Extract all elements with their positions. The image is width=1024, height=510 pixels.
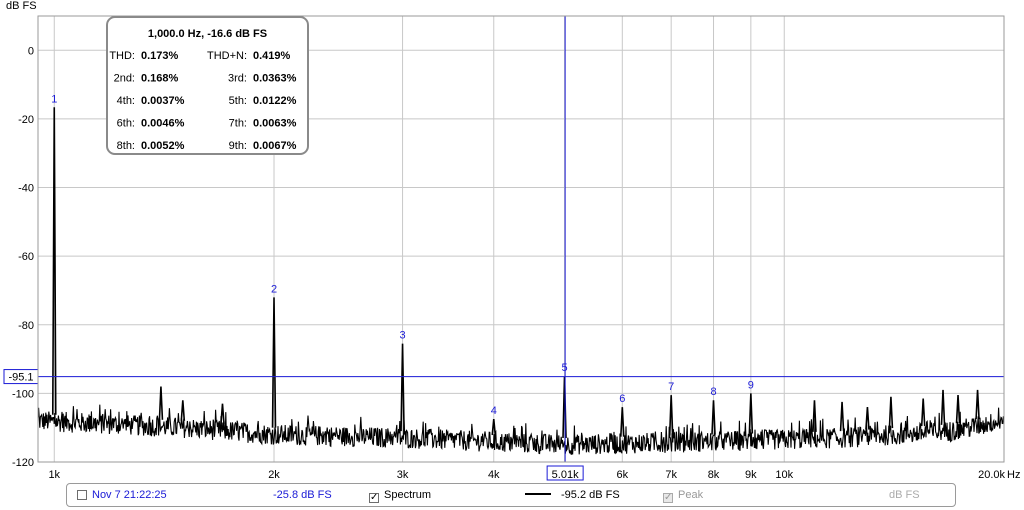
harmonic-label: 4 bbox=[491, 405, 497, 417]
harmonic-label: 3 bbox=[399, 330, 405, 342]
x-tick-label: 6k bbox=[616, 469, 628, 481]
y-tick-label: -100 bbox=[12, 388, 34, 400]
spur-peak bbox=[920, 398, 926, 427]
x-tick-label: 4k bbox=[488, 469, 500, 481]
distortion-value: 0.0052% bbox=[141, 140, 185, 152]
distortion-box-title: 1,000.0 Hz, -16.6 dB FS bbox=[148, 28, 267, 40]
cursor-y-readout: -95.1 bbox=[8, 372, 33, 384]
legend-peak-item: ✓ Peak bbox=[663, 489, 703, 503]
peak-unit: dB FS bbox=[889, 489, 920, 501]
legend-bar: Nov 7 21:22:25 -25.8 dB FS ✓ Spectrum -95… bbox=[66, 483, 956, 507]
legend-spectrum-item[interactable]: ✓ Spectrum bbox=[369, 489, 431, 503]
distortion-box[interactable]: 1,000.0 Hz, -16.6 dB FS THD: 0.173% THD+N: 0… bbox=[106, 16, 309, 155]
y-tick-label: -80 bbox=[18, 320, 34, 332]
x-tick-label: 7k bbox=[665, 469, 677, 481]
harmonic-label: 2 bbox=[271, 283, 277, 295]
distortion-value: 0.0067% bbox=[253, 140, 297, 152]
cursor-x-readout: 5.01k bbox=[552, 469, 579, 481]
timestamp-value: -25.8 dB FS bbox=[273, 489, 332, 501]
y-axis-label: dB FS bbox=[6, 0, 37, 12]
distortion-key: 2nd: bbox=[114, 73, 135, 85]
distortion-value: 0.168% bbox=[141, 73, 179, 85]
spur-peak bbox=[220, 403, 225, 424]
noise-floor bbox=[37, 404, 1004, 455]
distortion-key: THD: bbox=[109, 50, 135, 62]
spectrum-label: Spectrum bbox=[384, 489, 432, 501]
y-tick-label: 0 bbox=[28, 45, 34, 57]
distortion-key: 5th: bbox=[229, 95, 247, 107]
peak-checkbox: ✓ bbox=[663, 492, 673, 503]
y-tick-label: -60 bbox=[18, 251, 34, 263]
legend-timestamp-item[interactable]: Nov 7 21:22:25 bbox=[77, 489, 167, 501]
harmonic-label: 1 bbox=[51, 93, 57, 105]
distortion-value: 0.0037% bbox=[141, 95, 185, 107]
distortion-key: 6th: bbox=[117, 118, 135, 130]
distortion-value: 0.173% bbox=[141, 50, 179, 62]
distortion-key: 7th: bbox=[229, 118, 247, 130]
timestamp-checkbox[interactable] bbox=[77, 490, 87, 500]
spur-peak bbox=[975, 389, 980, 420]
spur-peak bbox=[839, 401, 845, 432]
x-axis-unit: Hz bbox=[1007, 469, 1020, 481]
spectrum-chart[interactable]: 1 2 3 4 5 6 7 8 9 -95.1 5.01k 0 -20 -40 -60 -80 -100 -1… bbox=[0, 0, 1024, 483]
peak-label: Peak bbox=[678, 489, 704, 501]
spectrum-checkbox[interactable]: ✓ bbox=[369, 493, 379, 503]
distortion-value: 0.0363% bbox=[253, 73, 297, 85]
spur-peak bbox=[158, 386, 164, 420]
x-tick-label: 20.0k bbox=[978, 469, 1005, 481]
spur-peak bbox=[180, 400, 186, 421]
spectrum-swatch bbox=[525, 493, 551, 495]
distortion-key: 8th: bbox=[117, 140, 135, 152]
x-tick-label: 3k bbox=[397, 469, 409, 481]
harmonic-label: 5 bbox=[561, 362, 567, 374]
distortion-value: 0.0122% bbox=[253, 95, 297, 107]
spectrum-value: -95.2 dB FS bbox=[561, 489, 620, 501]
x-tick-label: 9k bbox=[745, 469, 757, 481]
x-tick-label: 2k bbox=[268, 469, 280, 481]
distortion-value: 0.0063% bbox=[253, 118, 297, 130]
distortion-key: 3rd: bbox=[228, 73, 247, 85]
distortion-key: 9th: bbox=[229, 140, 247, 152]
spur-peak bbox=[865, 407, 870, 430]
y-tick-label: -40 bbox=[18, 183, 34, 195]
harmonic-label: 7 bbox=[668, 381, 674, 393]
spur-peak bbox=[940, 389, 946, 425]
distortion-key: 4th: bbox=[117, 95, 135, 107]
spur-peak bbox=[955, 395, 961, 424]
x-tick-label: 1k bbox=[48, 469, 60, 481]
y-tick-label: -120 bbox=[12, 457, 34, 469]
x-tick-label: 8k bbox=[708, 469, 720, 481]
distortion-key: THD+N: bbox=[207, 50, 247, 62]
harmonic-label: 9 bbox=[748, 379, 754, 391]
timestamp-label: Nov 7 21:22:25 bbox=[92, 489, 167, 501]
x-tick-label: 10k bbox=[775, 469, 793, 481]
harmonic-label: 6 bbox=[619, 393, 625, 405]
spur-peak bbox=[888, 396, 894, 429]
distortion-value: 0.419% bbox=[253, 50, 291, 62]
distortion-value: 0.0046% bbox=[141, 118, 185, 130]
y-tick-label: -20 bbox=[18, 114, 34, 126]
harmonic-label: 8 bbox=[710, 386, 716, 398]
spectrum-value-item: -95.2 dB FS bbox=[525, 489, 620, 501]
